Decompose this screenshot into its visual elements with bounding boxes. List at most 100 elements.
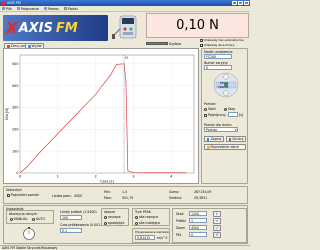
app-icon (2, 1, 5, 5)
stop-option[interactable]: Stop (224, 107, 235, 111)
speed-label: Szybka (169, 41, 182, 46)
prev-measure-checkbox[interactable] (7, 193, 10, 197)
marker-label: M (125, 56, 128, 60)
y-tick-label: 0 (16, 171, 18, 175)
zoom-label: Zoom (176, 226, 186, 230)
auto-data-checkbox[interactable]: ✓ (200, 44, 204, 48)
force-up-option[interactable]: siła rosnąca (135, 215, 158, 219)
single-option[interactable]: Pojedynczy (204, 113, 226, 117)
step-label: Skok (176, 212, 184, 216)
serial-field: 0 (204, 65, 232, 70)
start-radio[interactable] (204, 107, 207, 111)
stop-radio[interactable] (224, 107, 227, 111)
y-axis-label: Siła [N] (5, 107, 9, 120)
minimize-button[interactable]: _ (232, 0, 237, 6)
logo-x: X (6, 19, 18, 37)
statistics-title: Statystyki (6, 187, 22, 192)
x-tick-label: 1 (57, 175, 59, 179)
auto-max-checkbox-row[interactable]: ✓ Odświeżaj max automatycznie (200, 39, 244, 43)
manual-option[interactable]: MANUAL (10, 217, 28, 221)
axis-fm-logo: X AXIS FM (3, 15, 108, 41)
zoom-field[interactable]: 4500 (189, 225, 207, 230)
print-range-select[interactable]: Pomiar ▾ (204, 127, 238, 132)
menu-item-file[interactable]: Plik (2, 7, 12, 11)
force-reading-display: 0,10 N (146, 13, 249, 38)
force-down-radio[interactable] (135, 221, 138, 225)
auto-max-label: Odświeżaj max automatycznie (204, 39, 244, 42)
force-down-label: siła malejąca (139, 221, 160, 225)
prev-measure-label: Poprzedni pomiar (11, 193, 39, 197)
plot-area (19, 54, 195, 174)
force-down-option[interactable]: siła malejąca (135, 221, 160, 225)
gravity-field[interactable]: 9,81415 (135, 235, 155, 240)
help-icon (43, 7, 47, 10)
device-panel: Model urządzenia: FC200 Numer seryjny: 0… (201, 48, 248, 184)
force-gauge-image (112, 15, 137, 39)
single-checkbox[interactable] (204, 113, 207, 117)
slope-down-label: opadające (108, 221, 125, 225)
speed-control: Szybka (146, 40, 198, 47)
window-title: AXIS FM (7, 1, 21, 5)
start-label: Start (208, 107, 216, 111)
slope-up-radio[interactable] (104, 215, 107, 219)
menu-item-language[interactable]: Polski (64, 7, 78, 11)
close-button[interactable]: × (244, 0, 249, 6)
slope-down-radio[interactable] (104, 221, 107, 225)
reset-view-button[interactable]: ⟲ (213, 232, 221, 238)
menu-item-help[interactable]: Pomoc (43, 7, 59, 11)
samples-field[interactable]: 1 (189, 218, 207, 223)
manual-radio[interactable] (10, 217, 13, 221)
status-bar: AXIS FM Stable Stryczek/Ruszkowy (0, 245, 250, 250)
menu-label: Polski (68, 6, 78, 11)
printer-icon (228, 137, 232, 141)
zoom-out-button[interactable]: ↔ (213, 218, 221, 224)
previous-data-button[interactable]: Poprzednie dane (204, 144, 246, 150)
max-value: 501,75 (122, 196, 134, 200)
track-label: TRACK (218, 85, 229, 89)
speed-bar[interactable] (146, 42, 168, 45)
measure-label: Pomiar: (204, 102, 217, 106)
maximize-button[interactable]: □ (238, 0, 243, 6)
sample-limit-field[interactable]: 100 (60, 215, 82, 220)
auto-option[interactable]: AUTO (32, 217, 45, 221)
prev-measure-option[interactable]: Poprzedni pomiar (7, 193, 39, 197)
slope-up-option[interactable]: rosnące (104, 215, 121, 219)
save-label: Zapisz (210, 137, 222, 141)
points-label: Pkt. (176, 233, 183, 237)
auto-max-checkbox[interactable]: ✓ (200, 39, 204, 43)
count-value: 4500 (74, 194, 83, 198)
sample-period-field[interactable]: 0,1 (60, 228, 82, 233)
auto-data-checkbox-row[interactable]: ✓ Odświeżaj dane zmiany (200, 44, 235, 48)
save-button[interactable]: Zapisz (204, 136, 224, 142)
menu-label: Połączenie (20, 6, 39, 11)
manual-label: MANUAL (14, 217, 28, 221)
x-axis-label: Czas [s] (100, 180, 114, 184)
samples-label: Próbki (176, 219, 186, 223)
x-tick-label: 2 (95, 175, 97, 179)
single-time-field[interactable] (228, 112, 238, 117)
force-up-radio[interactable] (135, 215, 138, 219)
menu-item-connection[interactable]: Połączenie (16, 6, 39, 11)
auto-radio[interactable] (32, 217, 35, 221)
stopwatch-icon (23, 227, 35, 240)
plug-icon (16, 7, 20, 10)
step-field[interactable]: 1200 (189, 211, 207, 216)
folder-icon (206, 145, 210, 149)
gravity-group: Przyspieszenie ziemskie 9,81415 m/s^2 (132, 228, 170, 243)
menu-label: Plik (6, 6, 12, 11)
average-value: 59,3631 (194, 196, 208, 200)
min-label: Min: (104, 190, 111, 194)
average-label: Średnia: (169, 196, 183, 200)
points-field[interactable]: 0 (189, 232, 207, 237)
gravity-unit: m/s^2 (157, 236, 168, 240)
zoom-in-button[interactable]: ↕ (213, 211, 221, 217)
slope-up-label: rosnące (108, 215, 121, 219)
print-button[interactable]: Drukuj (226, 136, 246, 142)
min-value: 1,4 (122, 190, 128, 194)
menu-bar: Plik Połączenie Pomoc Polski (0, 6, 250, 12)
fit-button[interactable]: ⤢ (213, 225, 221, 231)
settings-panel: Ustawienia Akwizycja danych MANUAL AUTO … (3, 205, 248, 244)
slope-down-option[interactable]: opadające (104, 221, 124, 225)
force-time-chart: 0 1 2 3 4 0 100 200 300 400 500 Czas [s] Siła [N] M (3, 48, 199, 184)
start-option[interactable]: Start (204, 107, 216, 111)
